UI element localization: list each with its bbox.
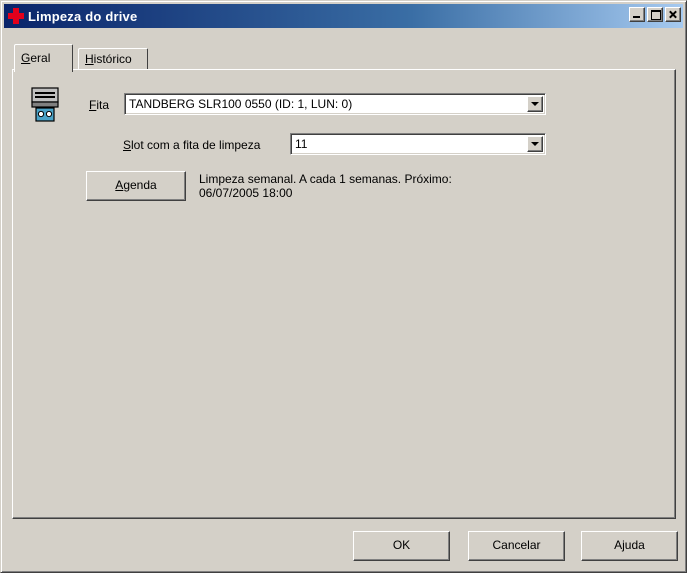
slot-label: Slot com a fita de limpeza: [123, 138, 261, 152]
schedule-button[interactable]: Agenda: [86, 171, 186, 201]
schedule-description: Limpeza semanal. A cada 1 semanas. Próxi…: [199, 172, 529, 200]
dialog-window: Limpeza do drive Geral Histórico Fita TA…: [0, 0, 687, 573]
schedule-line-1: Limpeza semanal. A cada 1 semanas. Próxi…: [199, 172, 452, 186]
red-cross-icon: [8, 8, 24, 24]
tab-geral[interactable]: Geral: [14, 44, 73, 72]
schedule-line-2: 06/07/2005 18:00: [199, 186, 293, 200]
ok-button[interactable]: OK: [353, 531, 450, 561]
help-button[interactable]: Ajuda: [581, 531, 678, 561]
close-button[interactable]: [665, 7, 681, 22]
title-bar[interactable]: Limpeza do drive: [4, 4, 683, 28]
chevron-down-icon[interactable]: [527, 96, 543, 112]
tape-drive-icon: [31, 87, 59, 122]
maximize-button[interactable]: [647, 7, 663, 22]
slot-select[interactable]: 11: [290, 133, 546, 155]
tape-label: Fita: [89, 98, 110, 112]
tape-select[interactable]: TANDBERG SLR100 0550 (ID: 1, LUN: 0): [124, 93, 546, 115]
tape-select-value: TANDBERG SLR100 0550 (ID: 1, LUN: 0): [129, 97, 353, 111]
window-title: Limpeza do drive: [28, 8, 138, 24]
cancel-button[interactable]: Cancelar: [468, 531, 565, 561]
chevron-down-icon[interactable]: [527, 136, 543, 152]
tab-historico[interactable]: Histórico: [78, 48, 148, 70]
minimize-button[interactable]: [629, 7, 645, 22]
slot-select-value: 11: [295, 137, 308, 151]
title-buttons: [627, 7, 681, 22]
